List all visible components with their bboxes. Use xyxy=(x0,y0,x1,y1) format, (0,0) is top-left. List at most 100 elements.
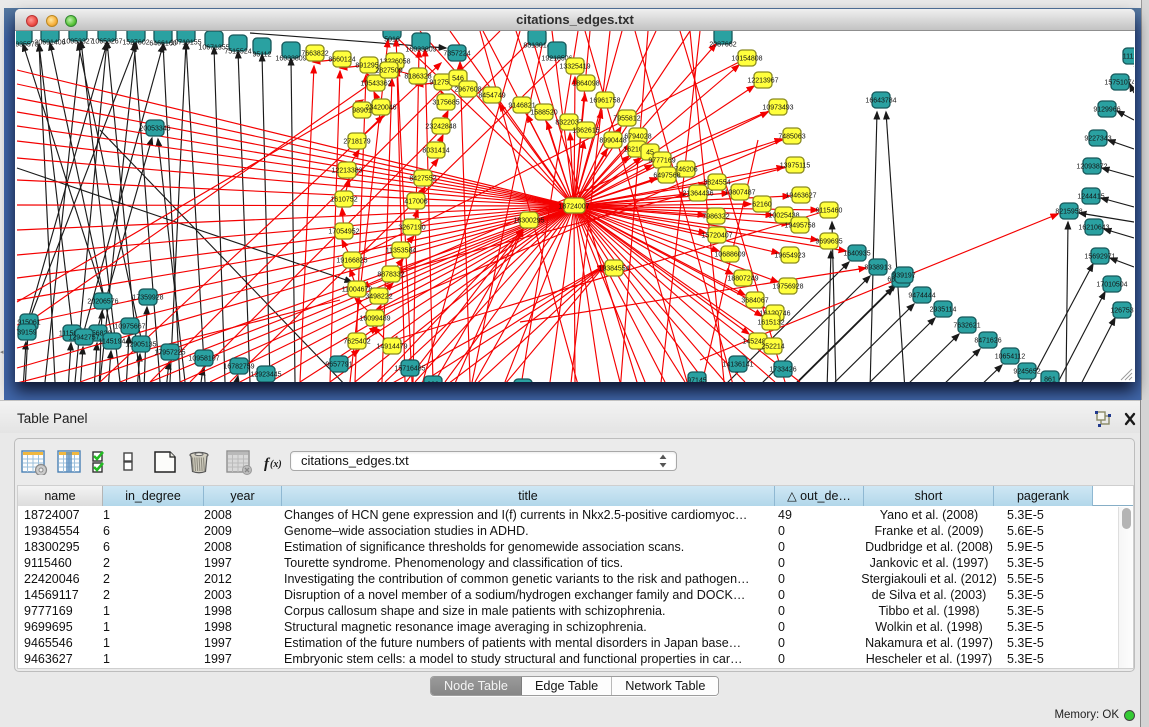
svg-text:861: 861 xyxy=(1044,376,1056,382)
svg-text:126753: 126753 xyxy=(1110,307,1133,314)
svg-text:11353584: 11353584 xyxy=(386,247,417,254)
svg-text:10654112: 10654112 xyxy=(995,353,1026,360)
svg-text:8186328: 8186328 xyxy=(404,73,431,80)
svg-text:12942757: 12942757 xyxy=(68,334,99,341)
svg-text:9657791: 9657791 xyxy=(325,361,352,368)
svg-text:16643784: 16643784 xyxy=(865,97,896,104)
svg-text:15720407: 15720407 xyxy=(701,232,732,239)
svg-text:97145: 97145 xyxy=(687,377,707,382)
svg-text:9245652: 9245652 xyxy=(1013,368,1040,375)
svg-text:1362615: 1362615 xyxy=(572,127,599,134)
svg-text:939197: 939197 xyxy=(892,272,915,279)
svg-text:13325419: 13325419 xyxy=(559,63,590,70)
svg-text:8031414: 8031414 xyxy=(422,147,449,154)
svg-text:9227343: 9227343 xyxy=(1084,135,1111,142)
svg-text:17010504: 17010504 xyxy=(1096,281,1127,288)
svg-text:6794028: 6794028 xyxy=(624,133,651,140)
svg-text:23242848: 23242848 xyxy=(425,123,456,130)
svg-text:10719155: 10719155 xyxy=(170,40,201,47)
svg-text:19166825: 19166825 xyxy=(336,257,367,264)
svg-text:1733426: 1733426 xyxy=(769,366,796,373)
svg-text:12905135: 12905135 xyxy=(125,341,156,348)
svg-text:19495758: 19495758 xyxy=(784,222,815,229)
svg-text:9129966: 9129966 xyxy=(1093,106,1120,113)
svg-text:16210643: 16210643 xyxy=(1078,224,1109,231)
svg-text:15716485: 15716485 xyxy=(394,365,425,372)
svg-text:2827509: 2827509 xyxy=(375,67,402,74)
svg-text:8660124: 8660124 xyxy=(328,56,355,63)
svg-text:1640935: 1640935 xyxy=(843,250,870,257)
svg-text:15692971: 15692971 xyxy=(1084,253,1115,260)
svg-text:8215958: 8215958 xyxy=(1055,208,1082,215)
svg-text:8471626: 8471626 xyxy=(974,337,1001,344)
svg-text:16033809: 16033809 xyxy=(405,47,436,54)
svg-text:10653267: 10653267 xyxy=(91,39,122,46)
svg-text:19463627: 19463627 xyxy=(785,192,816,199)
svg-text:2935114: 2935114 xyxy=(930,306,957,313)
svg-text:18807249: 18807249 xyxy=(727,275,758,282)
svg-text:10958107: 10958107 xyxy=(188,355,219,362)
svg-text:9777169: 9777169 xyxy=(648,157,675,164)
svg-text:20691406: 20691406 xyxy=(34,40,65,47)
svg-text:1615132: 1615132 xyxy=(757,319,784,326)
svg-text:1610752: 1610752 xyxy=(330,196,357,203)
svg-text:23420046: 23420046 xyxy=(365,104,396,111)
svg-text:7955812: 7955812 xyxy=(613,115,640,122)
svg-text:19756928: 19756928 xyxy=(772,283,803,290)
svg-text:10973493: 10973493 xyxy=(762,104,793,111)
svg-text:13975115: 13975115 xyxy=(780,162,811,169)
svg-text:7663822: 7663822 xyxy=(301,50,328,57)
svg-text:9474444: 9474444 xyxy=(908,292,935,299)
svg-text:9146821: 9146821 xyxy=(508,102,535,109)
svg-text:15751074: 15751074 xyxy=(1104,79,1134,86)
svg-text:3498222: 3498222 xyxy=(365,293,392,300)
svg-text:16782759: 16782759 xyxy=(223,363,254,370)
svg-text:7515524: 7515524 xyxy=(224,49,251,56)
svg-text:1864098: 1864098 xyxy=(572,80,599,87)
svg-text:7632621: 7632621 xyxy=(953,322,980,329)
svg-text:9115460: 9115460 xyxy=(816,207,843,214)
svg-text:10543362: 10543362 xyxy=(360,80,391,87)
svg-text:18724007: 18724007 xyxy=(558,203,589,210)
svg-text:829: 829 xyxy=(427,381,439,382)
svg-text:62160: 62160 xyxy=(752,201,772,208)
svg-text:8813014: 8813014 xyxy=(523,43,550,50)
svg-text:7986322: 7986322 xyxy=(702,213,729,220)
svg-text:8878332: 8878332 xyxy=(377,271,404,278)
svg-text:1527602: 1527602 xyxy=(122,40,149,47)
svg-text:21364436: 21364436 xyxy=(682,190,713,197)
svg-text:1145194: 1145194 xyxy=(99,338,126,345)
svg-text:10053327: 10053327 xyxy=(62,39,93,46)
svg-text:8990448: 8990448 xyxy=(599,137,626,144)
svg-text:3824554: 3824554 xyxy=(703,179,730,186)
svg-text:10154808: 10154808 xyxy=(731,55,762,62)
svg-text:19384554: 19384554 xyxy=(598,265,629,272)
svg-text:7625402: 7625402 xyxy=(343,338,370,345)
svg-text:17054952: 17054952 xyxy=(328,228,359,235)
svg-text:17359928: 17359928 xyxy=(132,294,163,301)
svg-text:20206576: 20206576 xyxy=(87,298,118,305)
svg-text:16099489: 16099489 xyxy=(359,315,390,322)
svg-text:14914479: 14914479 xyxy=(376,343,407,350)
svg-text:10975667: 10975667 xyxy=(114,323,145,330)
svg-text:20053346: 20053346 xyxy=(139,125,170,132)
svg-text:3684067: 3684067 xyxy=(741,297,768,304)
svg-text:18300295: 18300295 xyxy=(513,217,544,224)
svg-text:17957225: 17957225 xyxy=(154,349,185,356)
svg-text:14136141: 14136141 xyxy=(722,361,753,368)
svg-text:8454749: 8454749 xyxy=(478,92,505,99)
svg-text:11004678: 11004678 xyxy=(342,286,373,293)
svg-text:11121: 11121 xyxy=(1123,53,1134,60)
svg-text:3267190: 3267190 xyxy=(398,224,425,231)
svg-text:8427552: 8427552 xyxy=(409,175,436,182)
svg-text:2718179: 2718179 xyxy=(343,138,370,145)
svg-text:12093872: 12093872 xyxy=(1076,163,1107,170)
svg-text:2087682: 2087682 xyxy=(709,42,736,49)
svg-text:10807487: 10807487 xyxy=(724,189,755,196)
svg-text:12213967: 12213967 xyxy=(747,77,778,84)
svg-text:10688609: 10688609 xyxy=(714,251,745,258)
svg-text:(x): (x) xyxy=(270,459,282,470)
svg-text:8938913: 8938913 xyxy=(864,264,891,271)
svg-text:12923445: 12923445 xyxy=(250,371,281,378)
svg-text:39159: 39159 xyxy=(17,329,37,336)
